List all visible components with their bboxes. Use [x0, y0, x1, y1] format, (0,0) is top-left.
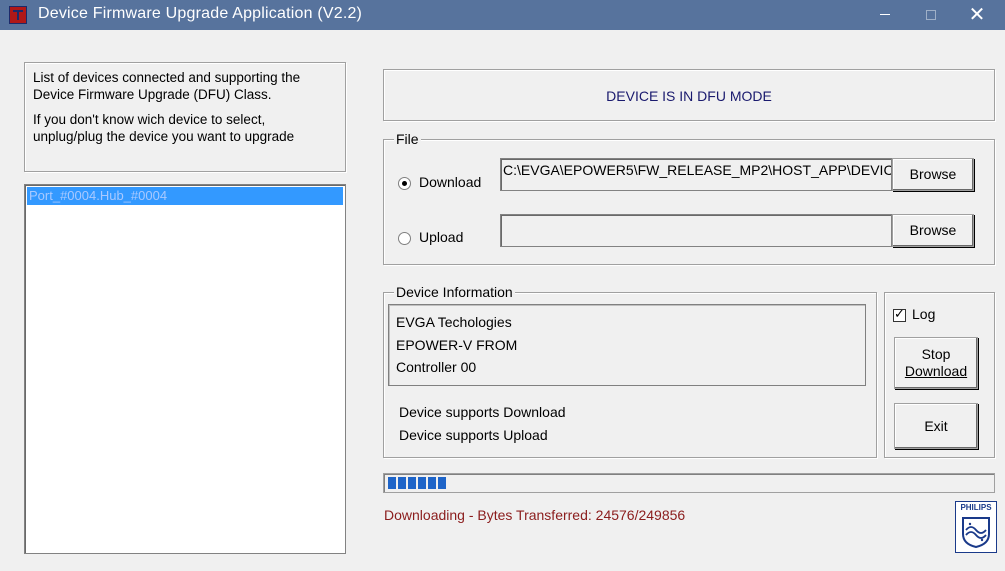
download-progress-fill [388, 477, 446, 489]
upload-radio[interactable] [398, 231, 411, 245]
philips-logo-text: PHILIPS [960, 503, 992, 512]
upload-browse-button[interactable]: Browse [892, 214, 974, 247]
stop-download-button[interactable]: Stop Download [894, 337, 978, 389]
download-browse-button[interactable]: Browse [892, 158, 974, 191]
device-list-item[interactable]: Port_#0004.Hub_#0004 [27, 187, 343, 205]
download-path-field[interactable]: C:\EVGA\EPOWER5\FW_RELEASE_MP2\HOST_APP\… [500, 158, 892, 191]
minimize-button[interactable] [862, 0, 908, 30]
help-text-unplug: If you don't know wich device to select,… [33, 112, 295, 144]
title-bar[interactable]: Device Firmware Upgrade Application (V2.… [0, 0, 1005, 30]
supports-download-text: Device supports Download [399, 404, 566, 420]
maximize-button[interactable] [908, 0, 954, 30]
stop-download-label-line2: Download [904, 363, 968, 379]
exit-button-label: Exit [924, 418, 948, 434]
stop-download-label-line1: Stop [921, 346, 951, 362]
maximize-icon [926, 9, 936, 20]
upload-radio-row[interactable]: Upload [398, 229, 463, 245]
device-information-group: Device Information EVGA Techologies EPOW… [383, 283, 877, 458]
exit-button[interactable]: Exit [894, 403, 978, 449]
window-title: Device Firmware Upgrade Application (V2.… [38, 5, 363, 22]
dfu-status-panel: DEVICE IS IN DFU MODE [383, 69, 995, 121]
device-help-text: List of devices connected and supporting… [24, 62, 346, 172]
device-controller: Controller 00 [396, 359, 477, 375]
dfu-status-text: DEVICE IS IN DFU MODE [606, 88, 772, 104]
download-progress-bar [383, 473, 995, 493]
supports-upload-text: Device supports Upload [399, 427, 548, 443]
file-group: File Download C:\EVGA\EPOWER5\FW_RELEASE… [383, 130, 995, 265]
minimize-icon [880, 14, 890, 16]
transfer-status-message: Downloading - Bytes Transferred: 24576/2… [384, 507, 686, 523]
close-button[interactable]: ✕ [954, 0, 1000, 30]
philips-logo: PHILIPS [955, 501, 997, 553]
device-information-box: EVGA Techologies EPOWER-V FROM Controlle… [388, 304, 866, 386]
help-text-devices: List of devices connected and supporting… [33, 70, 301, 102]
controls-group: Log Stop Download Exit [884, 292, 995, 458]
log-checkbox-row[interactable]: Log [893, 306, 935, 322]
device-capabilities: Device supports Download Device supports… [399, 401, 566, 447]
device-vendor: EVGA Techologies [396, 314, 512, 330]
download-radio[interactable] [398, 176, 411, 190]
download-radio-row[interactable]: Download [398, 174, 481, 190]
download-radio-label: Download [419, 174, 482, 190]
upload-path-field[interactable] [500, 214, 892, 247]
device-product: EPOWER-V FROM [396, 336, 518, 353]
log-checkbox-label: Log [912, 306, 936, 322]
close-icon: ✕ [968, 4, 986, 26]
device-information-label: Device Information [394, 283, 515, 301]
file-group-label: File [394, 130, 421, 148]
log-checkbox[interactable] [893, 307, 906, 322]
app-icon [9, 6, 27, 24]
device-list[interactable]: Port_#0004.Hub_#0004 [24, 184, 346, 554]
upload-radio-label: Upload [419, 229, 464, 245]
philips-shield-icon [962, 517, 990, 548]
